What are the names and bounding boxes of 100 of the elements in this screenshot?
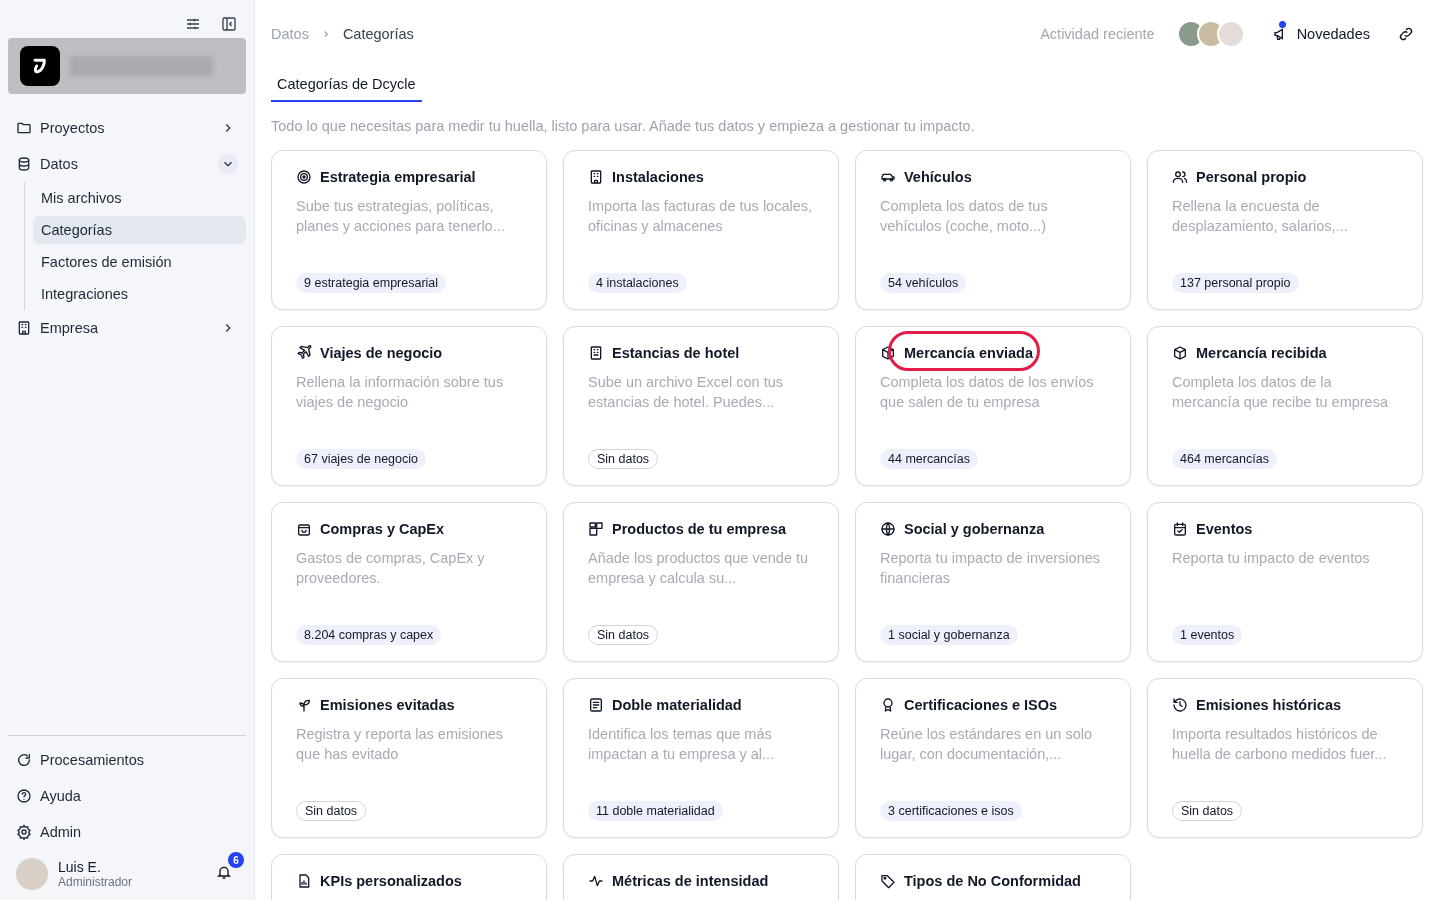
card-description: Rellena la encuesta de desplazamiento, salarios,...: [1172, 197, 1349, 236]
count-badge: 4 instalaciones: [588, 273, 687, 293]
count-badge: Sin datos: [588, 625, 659, 645]
category-card[interactable]: Viajes de negocio Rellena la información sobre tus viajes de negocio 67 viajes de negocio: [271, 326, 547, 486]
breadcrumb-link[interactable]: Categorías: [342, 26, 414, 42]
category-card[interactable]: Doble materialidad Identifica los temas que más impactan a tu empresa y al... 11 doble materialidad: [563, 678, 839, 838]
category-card[interactable]: Emisiones históricas Importa resultados históricos de huella de carbono medidos fuer... Sin datos: [1147, 678, 1423, 838]
count-badge: 1 eventos: [1172, 625, 1243, 645]
category-card[interactable]: KPIs personalizados: [271, 854, 547, 900]
chevron-icon[interactable]: [218, 154, 238, 174]
refresh-icon: [16, 752, 32, 768]
tab[interactable]: Categorías de Dcycle: [271, 68, 422, 102]
category-card[interactable]: Emisiones evitadas Registra y reporta las emisiones que has evitado Sin datos: [271, 678, 547, 838]
settings-icon: [16, 824, 32, 840]
sidebar-item[interactable]: Datos: [8, 146, 246, 182]
card-title: Estrategia empresarial: [320, 169, 476, 185]
card-title: Tipos de No Conformidad: [904, 873, 1081, 889]
card-description: Sube un archivo Excel con tus estancias de hotel. Puedes...: [588, 373, 785, 412]
card-title: Social y gobernanza: [904, 521, 1045, 537]
tag-icon: [880, 873, 896, 889]
sliders-icon[interactable]: [185, 16, 201, 32]
card-title: KPIs personalizados: [320, 873, 462, 889]
sidebar-subitem[interactable]: Mis archivos: [33, 184, 246, 212]
card-title: Personal propio: [1196, 169, 1307, 185]
category-card[interactable]: Mercancía recibida Completa los datos de la mercancía que recibe tu empresa 464 mercancías: [1147, 326, 1423, 486]
count-badge: 8.204 compras y capex: [296, 625, 442, 645]
card-title: Instalaciones: [612, 169, 704, 185]
category-card[interactable]: Métricas de intensidad: [563, 854, 839, 900]
card-title: Mercancía enviada: [904, 345, 1033, 361]
sidebar-subitem[interactable]: Integraciones: [33, 280, 246, 308]
sidebar-item[interactable]: Empresa: [8, 310, 246, 346]
card-description: Importa las facturas de tus locales, oficinas y almacenes: [588, 197, 814, 236]
category-card[interactable]: Tipos de No Conformidad: [855, 854, 1131, 900]
sidebar-item[interactable]: Proyectos: [8, 110, 246, 146]
card-title: Certificaciones e ISOs: [904, 697, 1058, 713]
card-title: Métricas de intensidad: [612, 873, 769, 889]
card-title: Emisiones evitadas: [320, 697, 455, 713]
count-badge: 44 mercancías: [880, 449, 978, 469]
help-icon: [16, 788, 32, 804]
sprout-icon: [296, 697, 312, 713]
sidebar-subitem[interactable]: Categorías: [33, 216, 246, 244]
logo-icon: [20, 46, 60, 86]
link-icon[interactable]: [1398, 26, 1414, 42]
category-card[interactable]: Compras y CapEx Gastos de compras, CapEx y proveedores. 8.204 compras y capex: [271, 502, 547, 662]
award-icon: [880, 697, 896, 713]
card-description: Reporta tu impacto de eventos: [1172, 549, 1371, 568]
count-badge: 11 doble materialidad: [588, 801, 723, 821]
notification-count: 6: [228, 852, 244, 868]
card-description: Añade los productos que vende tu empresa y calcula su...: [588, 549, 810, 588]
card-description: Registra y reporta las emisiones que has evitado: [296, 725, 505, 764]
page-description: Todo lo que necesitas para medir tu huella, listo para usar. Añade tus datos y empieza a gestionar tu impacto.: [271, 118, 976, 134]
count-badge: Sin datos: [1172, 801, 1243, 821]
blocks-icon: [588, 521, 604, 537]
target-icon: [296, 169, 312, 185]
category-card[interactable]: Personal propio Rellena la encuesta de desplazamiento, salarios,... 137 personal propio: [1147, 150, 1423, 310]
organization-switcher[interactable]: [8, 38, 246, 94]
bell-icon[interactable]: [216, 864, 232, 880]
news-button[interactable]: Novedades: [1266, 25, 1376, 43]
folder-icon: [16, 120, 32, 136]
sidebar-item[interactable]: Ayuda: [8, 778, 246, 814]
category-card[interactable]: Eventos Reporta tu impacto de eventos 1 eventos: [1147, 502, 1423, 662]
card-title: Mercancía recibida: [1196, 345, 1327, 361]
card-title: Viajes de negocio: [320, 345, 443, 361]
collapse-sidebar-icon[interactable]: [221, 16, 237, 32]
bag-icon: [296, 521, 312, 537]
chart-file-icon: [296, 873, 312, 889]
category-card[interactable]: Estrategia empresarial Sube tus estrategias, políticas, planes y acciones para tenerlo... 9 estrategia empresarial: [271, 150, 547, 310]
category-card[interactable]: Vehículos Completa los datos de tus vehículos (coche, moto...) 54 vehículos: [855, 150, 1131, 310]
card-description: Completa los datos de la mercancía que recibe tu empresa: [1172, 373, 1389, 412]
count-badge: Sin datos: [296, 801, 367, 821]
category-card[interactable]: Certificaciones e ISOs Reúne los estándares en un solo lugar, con documentación,... 3 certificaciones e isos: [855, 678, 1131, 838]
card-title: Vehículos: [904, 169, 972, 185]
category-card[interactable]: Social y gobernanza Reporta tu impacto de inversiones financieras 1 social y gobernanza: [855, 502, 1131, 662]
globe-icon: [880, 521, 896, 537]
category-card[interactable]: Mercancía enviada Completa los datos de los envíos que salen de tu empresa 44 mercancías: [855, 326, 1131, 486]
category-card[interactable]: Instalaciones Importa las facturas de tus locales, oficinas y almacenes 4 instalaciones: [563, 150, 839, 310]
category-card[interactable]: Estancias de hotel Sube un archivo Excel con tus estancias de hotel. Puedes... Sin datos: [563, 326, 839, 486]
card-title: Doble materialidad: [612, 697, 742, 713]
card-title: Productos de tu empresa: [612, 521, 787, 537]
category-card[interactable]: Productos de tu empresa Añade los productos que vende tu empresa y calcula su... Sin datos: [563, 502, 839, 662]
calendar-icon: [1172, 521, 1188, 537]
count-badge: 9 estrategia empresarial: [296, 273, 447, 293]
list-icon: [588, 697, 604, 713]
history-icon: [1172, 697, 1188, 713]
user-avatar: [1216, 20, 1245, 48]
box-icon: [880, 345, 896, 361]
pulse-icon: [588, 873, 604, 889]
card-title: Estancias de hotel: [612, 345, 740, 361]
database-icon: [16, 156, 32, 172]
sidebar-subitem[interactable]: Factores de emisión: [33, 248, 246, 276]
count-badge: 67 viajes de negocio: [296, 449, 426, 469]
sidebar-item[interactable]: Procesamientos: [8, 742, 246, 778]
count-badge: 137 personal propio: [1172, 273, 1299, 293]
plane-icon: [296, 345, 312, 361]
building-icon: [16, 320, 32, 336]
count-badge: 1 social y gobernanza: [880, 625, 1018, 645]
card-description: Importa resultados históricos de huella de carbono medidos fuer...: [1172, 725, 1388, 764]
sidebar-item[interactable]: Admin: [8, 814, 246, 850]
box-icon: [1172, 345, 1188, 361]
card-description: Identifica los temas que más impactan a tu empresa y al...: [588, 725, 776, 764]
